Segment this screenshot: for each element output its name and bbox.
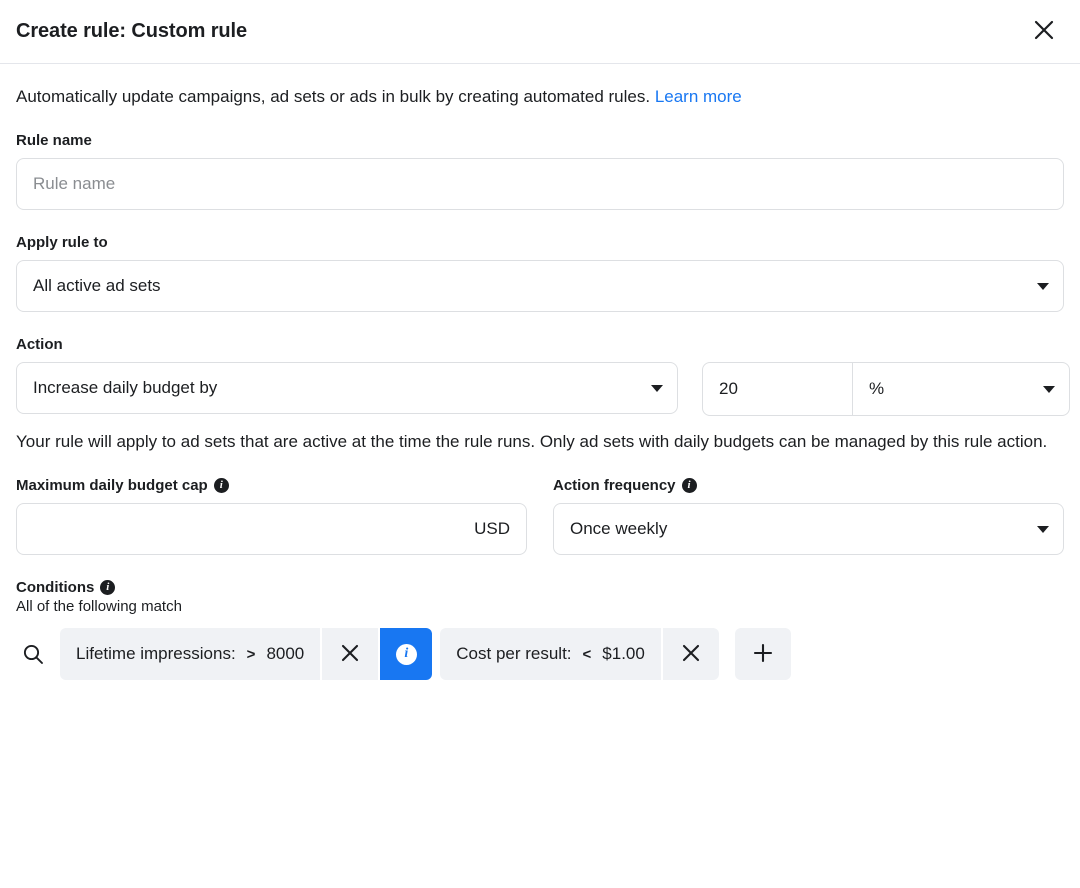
action-unit-value: % (869, 379, 884, 399)
condition-value: $1.00 (602, 644, 645, 664)
action-type-select[interactable]: Increase daily budget by (16, 362, 678, 414)
info-icon[interactable]: i (100, 580, 115, 595)
apply-rule-to-section: Apply rule to All active ad sets (16, 234, 1064, 312)
action-frequency-value: Once weekly (570, 519, 667, 539)
modal-header: Create rule: Custom rule (0, 0, 1080, 64)
condition-metric: Lifetime impressions: (76, 644, 236, 664)
chevron-down-icon (1037, 283, 1049, 290)
chevron-down-icon (651, 385, 663, 392)
info-icon[interactable]: i (682, 478, 697, 493)
max-budget-cap-section: Maximum daily budget cap i USD (16, 477, 527, 555)
budget-frequency-row: Maximum daily budget cap i USD Action fr… (16, 477, 1064, 555)
page-title: Create rule: Custom rule (16, 20, 247, 43)
close-icon (340, 643, 360, 666)
close-button[interactable] (1024, 12, 1064, 52)
close-icon (1033, 19, 1055, 44)
remove-condition-button[interactable] (663, 628, 719, 680)
max-budget-cap-label-text: Maximum daily budget cap (16, 477, 208, 494)
condition-info-button[interactable]: i (380, 628, 432, 680)
chevron-down-icon (1043, 386, 1055, 393)
condition-value: 8000 (266, 644, 304, 664)
remove-condition-button[interactable] (322, 628, 378, 680)
currency-label: USD (466, 519, 510, 539)
action-helper-text: Your rule will apply to ad sets that are… (16, 430, 1064, 453)
max-budget-cap-label: Maximum daily budget cap i (16, 477, 527, 494)
apply-rule-to-select[interactable]: All active ad sets (16, 260, 1064, 312)
condition-metric: Cost per result: (456, 644, 571, 664)
action-amount-input[interactable] (703, 363, 852, 415)
condition-operator: > (247, 646, 256, 663)
action-unit-select[interactable]: % (852, 363, 1069, 415)
action-label: Action (16, 336, 1064, 353)
action-section: Action Increase daily budget by % Your r… (16, 336, 1064, 453)
close-icon (681, 643, 701, 666)
conditions-row: Lifetime impressions: > 8000 i (16, 628, 1064, 680)
info-icon[interactable]: i (214, 478, 229, 493)
action-frequency-select[interactable]: Once weekly (553, 503, 1064, 555)
max-budget-cap-field[interactable]: USD (16, 503, 527, 555)
learn-more-link[interactable]: Learn more (655, 87, 742, 106)
condition-operator: < (583, 646, 592, 663)
apply-rule-to-label: Apply rule to (16, 234, 1064, 251)
action-frequency-label-text: Action frequency (553, 477, 676, 494)
conditions-subtitle: All of the following match (16, 598, 1064, 615)
conditions-section: Conditions i All of the following match … (16, 579, 1064, 680)
modal-body: Automatically update campaigns, ad sets … (0, 64, 1080, 680)
intro-text: Automatically update campaigns, ad sets … (16, 86, 1064, 108)
search-icon[interactable] (16, 637, 50, 671)
chevron-down-icon (1037, 526, 1049, 533)
action-type-value: Increase daily budget by (33, 378, 217, 398)
action-amount-group: % (702, 362, 1070, 416)
max-budget-cap-input[interactable] (33, 519, 466, 539)
action-frequency-section: Action frequency i Once weekly (553, 477, 1064, 555)
conditions-label: Conditions i (16, 579, 1064, 596)
intro-description: Automatically update campaigns, ad sets … (16, 87, 650, 106)
add-condition-button[interactable] (735, 628, 791, 680)
action-row: Increase daily budget by % (16, 362, 1064, 416)
apply-rule-to-value: All active ad sets (33, 276, 161, 296)
condition-chip-group: Lifetime impressions: > 8000 i (60, 628, 432, 680)
action-frequency-label: Action frequency i (553, 477, 1064, 494)
condition-chip[interactable]: Lifetime impressions: > 8000 (60, 628, 320, 680)
condition-chip[interactable]: Cost per result: < $1.00 (440, 628, 661, 680)
rule-name-input[interactable] (16, 158, 1064, 210)
rule-name-label: Rule name (16, 132, 1064, 149)
conditions-label-text: Conditions (16, 579, 94, 596)
plus-icon (752, 642, 774, 667)
rule-name-section: Rule name (16, 132, 1064, 210)
condition-chip-group: Cost per result: < $1.00 (440, 628, 719, 680)
info-icon: i (396, 644, 417, 665)
